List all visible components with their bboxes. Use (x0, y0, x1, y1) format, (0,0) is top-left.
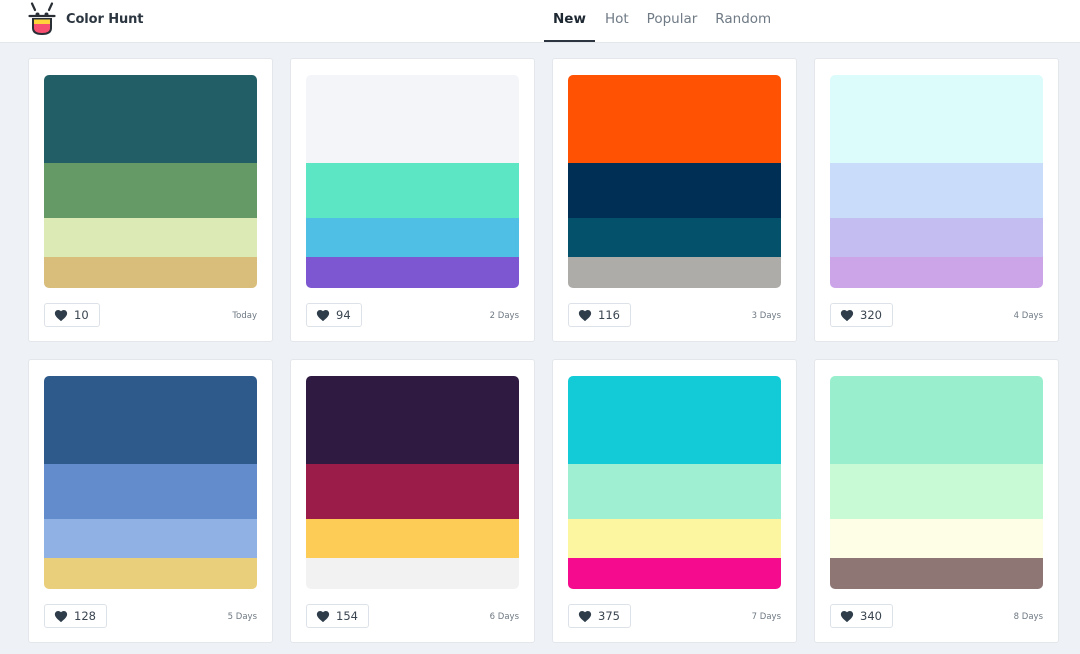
color-swatch[interactable] (830, 75, 1043, 163)
color-swatch[interactable] (44, 163, 257, 218)
top-header: Color Hunt New Hot Popular Random (0, 0, 1080, 42)
like-button[interactable]: 375 (568, 604, 631, 628)
color-swatch[interactable] (568, 218, 781, 257)
palette-card: 116 3 Days (552, 58, 797, 342)
tab-random[interactable]: Random (715, 0, 771, 42)
like-count: 116 (598, 308, 620, 322)
color-swatch[interactable] (44, 257, 257, 288)
tab-popular[interactable]: Popular (647, 0, 698, 42)
like-button[interactable]: 116 (568, 303, 631, 327)
color-swatch[interactable] (568, 558, 781, 589)
color-swatch[interactable] (44, 558, 257, 589)
color-swatch[interactable] (44, 376, 257, 464)
color-swatch[interactable] (830, 376, 1043, 464)
palette-date: 8 Days (1013, 612, 1043, 622)
color-swatch[interactable] (568, 519, 781, 558)
color-swatch[interactable] (830, 257, 1043, 288)
color-swatch[interactable] (568, 464, 781, 519)
palette-card: 375 7 Days (552, 359, 797, 643)
like-button[interactable]: 154 (306, 604, 369, 628)
palette-swatches[interactable] (306, 376, 519, 589)
color-swatch[interactable] (830, 218, 1043, 257)
color-swatch[interactable] (830, 464, 1043, 519)
heart-icon (578, 309, 592, 322)
heart-icon (316, 610, 330, 623)
palette-date: 6 Days (489, 612, 519, 622)
palette-swatches[interactable] (830, 376, 1043, 589)
color-swatch[interactable] (568, 257, 781, 288)
heart-icon (840, 610, 854, 623)
heart-icon (54, 610, 68, 623)
color-swatch[interactable] (830, 163, 1043, 218)
like-count: 340 (860, 609, 882, 623)
palette-date: 2 Days (489, 311, 519, 321)
palette-date: 3 Days (751, 311, 781, 321)
palette-date: Today (232, 311, 257, 321)
palette-swatches[interactable] (44, 376, 257, 589)
color-swatch[interactable] (568, 75, 781, 163)
like-count: 375 (598, 609, 620, 623)
like-button[interactable]: 94 (306, 303, 362, 327)
like-count: 128 (74, 609, 96, 623)
like-count: 94 (336, 308, 351, 322)
color-swatch[interactable] (568, 163, 781, 218)
like-button[interactable]: 128 (44, 604, 107, 628)
palette-swatches[interactable] (568, 376, 781, 589)
like-button[interactable]: 10 (44, 303, 100, 327)
color-swatch[interactable] (306, 464, 519, 519)
heart-icon (54, 309, 68, 322)
color-swatch[interactable] (44, 464, 257, 519)
palette-card: 10 Today (28, 58, 273, 342)
tab-new[interactable]: New (544, 0, 595, 42)
tab-hot[interactable]: Hot (605, 0, 629, 42)
heart-icon (316, 309, 330, 322)
color-swatch[interactable] (44, 519, 257, 558)
palette-swatches[interactable] (830, 75, 1043, 288)
color-swatch[interactable] (306, 163, 519, 218)
color-swatch[interactable] (306, 519, 519, 558)
palette-card: 154 6 Days (290, 359, 535, 643)
like-count: 10 (74, 308, 89, 322)
like-count: 154 (336, 609, 358, 623)
color-swatch[interactable] (306, 257, 519, 288)
color-swatch[interactable] (44, 218, 257, 257)
color-swatch[interactable] (306, 558, 519, 589)
palette-swatches[interactable] (44, 75, 257, 288)
palette-date: 7 Days (751, 612, 781, 622)
color-swatch[interactable] (830, 558, 1043, 589)
color-swatch[interactable] (306, 218, 519, 257)
like-button[interactable]: 320 (830, 303, 893, 327)
palette-card: 340 8 Days (814, 359, 1059, 643)
palette-date: 4 Days (1013, 311, 1043, 321)
palette-card: 94 2 Days (290, 58, 535, 342)
like-button[interactable]: 340 (830, 604, 893, 628)
palette-swatches[interactable] (568, 75, 781, 288)
brand-name[interactable]: Color Hunt (66, 12, 144, 27)
color-swatch[interactable] (306, 75, 519, 163)
color-swatch[interactable] (568, 376, 781, 464)
heart-icon (840, 309, 854, 322)
color-hunt-logo-icon[interactable] (26, 2, 58, 38)
heart-icon (578, 610, 592, 623)
main-nav: New Hot Popular Random (544, 0, 789, 42)
color-swatch[interactable] (830, 519, 1043, 558)
palette-card: 320 4 Days (814, 58, 1059, 342)
palette-swatches[interactable] (306, 75, 519, 288)
palette-grid: 10 Today 94 2 Days 116 3 Days 320 4 Days 128 5 Da… (28, 58, 1060, 643)
palette-card: 128 5 Days (28, 359, 273, 643)
color-swatch[interactable] (44, 75, 257, 163)
color-swatch[interactable] (306, 376, 519, 464)
palette-date: 5 Days (227, 612, 257, 622)
like-count: 320 (860, 308, 882, 322)
